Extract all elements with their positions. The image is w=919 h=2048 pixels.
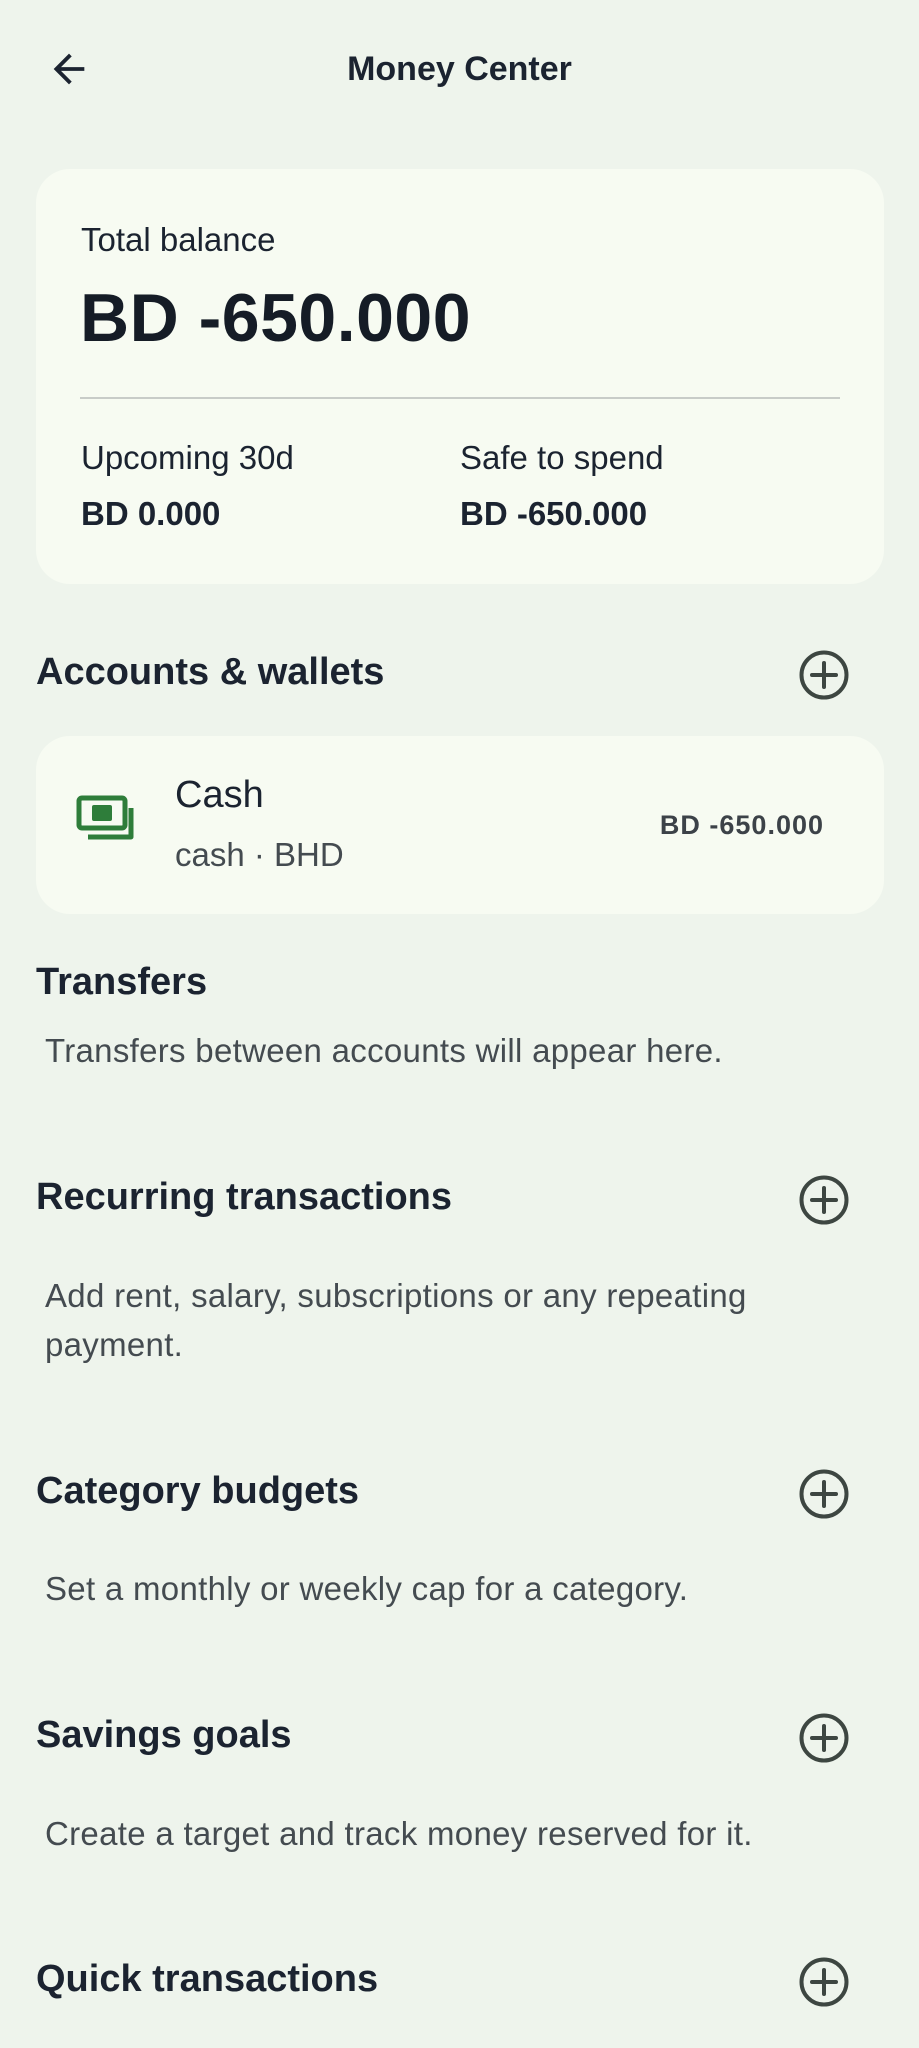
budgets-section-title: Category budgets [36, 1470, 360, 1512]
total-balance-value: BD -650.000 [80, 280, 472, 356]
safe-to-spend-label: Safe to spend [460, 439, 664, 476]
safe-to-spend-value: BD -650.000 [460, 495, 648, 532]
add-savings-goal-button[interactable] [796, 1710, 852, 1766]
plus-circle-icon [799, 1713, 849, 1763]
accounts-section-title: Accounts & wallets [36, 651, 385, 693]
savings-empty-text: Create a target and track money reserved… [45, 1815, 753, 1852]
recurring-section-title: Recurring transactions [36, 1176, 452, 1218]
transfers-section-title: Transfers [36, 961, 208, 1003]
summary-divider [80, 397, 840, 399]
total-balance-label: Total balance [81, 221, 276, 258]
add-account-button[interactable] [796, 647, 852, 703]
upcoming-value: BD 0.000 [81, 495, 221, 532]
plus-circle-icon [799, 1175, 849, 1225]
add-quick-transaction-button[interactable] [796, 1954, 852, 2010]
balance-summary-card: Total balance BD -650.000 Upcoming 30d B… [36, 169, 884, 584]
add-budget-button[interactable] [796, 1466, 852, 1522]
account-meta: cash · BHD [175, 836, 344, 873]
account-balance: BD -650.000 [659, 810, 824, 840]
cash-icon [76, 795, 134, 840]
plus-circle-icon [799, 650, 849, 700]
account-item-cash[interactable]: Cash cash · BHD BD -650.000 [36, 736, 884, 914]
transfers-empty-text: Transfers between accounts will appear h… [45, 1032, 723, 1069]
budgets-empty-text: Set a monthly or weekly cap for a catego… [45, 1570, 689, 1607]
savings-section-title: Savings goals [36, 1714, 292, 1756]
recurring-empty-text: Add rent, salary, subscriptions or any r… [45, 1277, 747, 1363]
upcoming-label: Upcoming 30d [81, 439, 294, 476]
plus-circle-icon [799, 1469, 849, 1519]
account-name: Cash [175, 774, 264, 816]
page-title: Money Center [347, 50, 572, 88]
quick-section-title: Quick transactions [36, 1958, 379, 2000]
plus-circle-icon [799, 1957, 849, 2007]
add-recurring-button[interactable] [796, 1172, 852, 1228]
